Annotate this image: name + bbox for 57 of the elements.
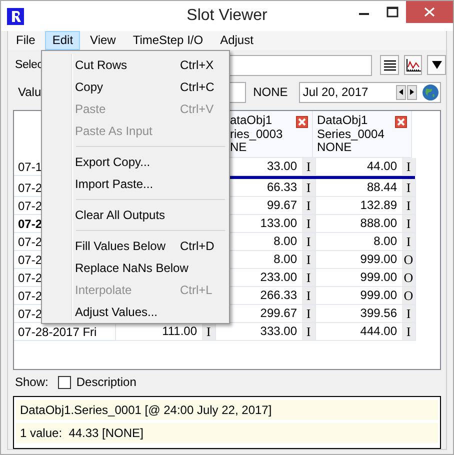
value-label: Valu bbox=[18, 85, 42, 99]
column-header: DataObj1 Series_0004 NONE bbox=[317, 114, 386, 154]
globe-icon[interactable] bbox=[422, 84, 439, 100]
right-arrow-icon bbox=[410, 89, 414, 95]
menu-item[interactable]: Adjust bbox=[213, 31, 260, 50]
flag-cell: I bbox=[302, 269, 316, 287]
flag-cell: I bbox=[302, 251, 316, 269]
flag-cell: O bbox=[402, 269, 416, 287]
shortcut-label: Ctrl+L bbox=[180, 283, 212, 297]
flag-cell: I bbox=[302, 323, 316, 341]
flag-cell: I bbox=[402, 179, 416, 197]
window-title: Slot Viewer bbox=[186, 7, 268, 25]
shortcut-label: Ctrl+V bbox=[180, 102, 214, 116]
shortcut-label: Ctrl+C bbox=[180, 80, 214, 94]
flag-cell: I bbox=[402, 233, 416, 251]
date-field[interactable]: Jul 20, 2017 bbox=[298, 82, 441, 102]
shortcut-label: Ctrl+D bbox=[180, 239, 214, 253]
app-logo-icon bbox=[7, 8, 24, 24]
flag-cell: I bbox=[402, 197, 416, 215]
dropdown-button[interactable] bbox=[427, 55, 446, 75]
units-label: NONE bbox=[253, 85, 288, 99]
flag-cell: I bbox=[302, 287, 316, 305]
flag-cell: O bbox=[402, 251, 416, 269]
column-header: ataObj1 ries_0003 NE bbox=[230, 114, 284, 154]
flag-cell: I bbox=[202, 323, 216, 341]
checkbox-label: Description bbox=[76, 375, 136, 389]
close-icon[interactable] bbox=[395, 116, 407, 128]
flag-cell: I bbox=[302, 233, 316, 251]
menu-item[interactable]: File bbox=[9, 31, 42, 50]
checkbox[interactable] bbox=[58, 376, 72, 388]
close-icon[interactable] bbox=[406, 1, 453, 23]
shortcut-label: Ctrl+X bbox=[180, 58, 214, 72]
chart-button[interactable] bbox=[404, 55, 422, 75]
chart-icon bbox=[406, 58, 421, 72]
flag-cell: I bbox=[302, 305, 316, 323]
menu-item[interactable]: Edit bbox=[45, 31, 80, 50]
menu-item[interactable]: Cut Rows Ctrl+X bbox=[44, 54, 227, 76]
next-button[interactable] bbox=[406, 84, 417, 100]
caret-icon bbox=[432, 61, 442, 69]
show-label: Show: bbox=[15, 375, 48, 389]
flag-cell: I bbox=[302, 215, 316, 233]
flag-cell: I bbox=[302, 179, 316, 197]
list-icon bbox=[382, 59, 397, 71]
menu-item[interactable]: Copy Ctrl+C bbox=[44, 76, 227, 98]
close-icon[interactable] bbox=[296, 116, 308, 128]
flag-cell: O bbox=[402, 287, 416, 305]
previous-button[interactable] bbox=[396, 84, 406, 100]
flag-cell: I bbox=[402, 305, 416, 323]
flag-cell: I bbox=[402, 158, 416, 176]
flag-cell: I bbox=[402, 215, 416, 233]
flag-cell: I bbox=[302, 158, 316, 176]
list-button[interactable] bbox=[380, 55, 399, 75]
flag-cell: I bbox=[302, 197, 316, 215]
flag-cell: I bbox=[402, 323, 416, 341]
menu-item[interactable]: View bbox=[83, 31, 123, 50]
left-arrow-icon bbox=[398, 89, 403, 95]
menu-item[interactable]: TimeStep I/O bbox=[126, 31, 210, 50]
